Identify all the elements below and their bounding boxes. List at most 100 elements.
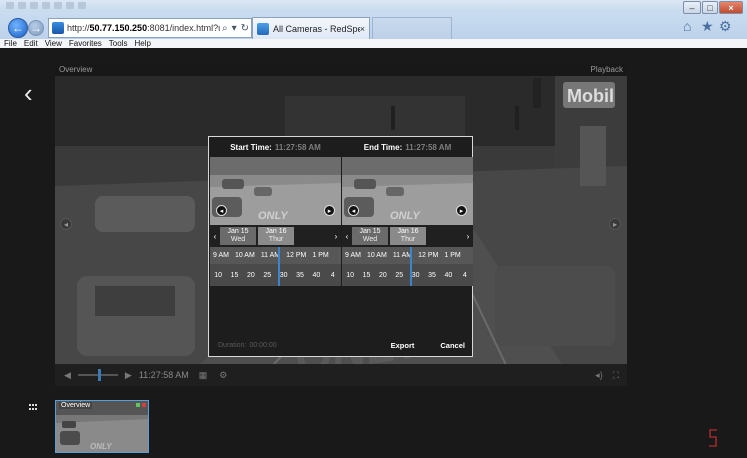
end-hour-cursor[interactable]	[410, 247, 412, 264]
rewind-button[interactable]: ◀	[64, 370, 71, 381]
prev-camera-icon[interactable]: ◂	[60, 218, 72, 230]
playback-time: 11:27:58 AM	[138, 370, 189, 380]
start-time-value: 11:27:58 AM	[274, 142, 321, 152]
address-bar[interactable]: http://50.77.150.250:8081/index.html?usr…	[48, 18, 252, 38]
start-frame-image: ONLY	[210, 157, 341, 225]
quick-access-icon[interactable]	[54, 2, 62, 9]
forward-icon[interactable]: →	[28, 20, 44, 36]
close-window-button[interactable]: ×	[719, 1, 743, 14]
start-date-jan16[interactable]: Jan 16 Thur	[258, 227, 294, 245]
start-hour-tick: 12 PM	[286, 252, 307, 259]
quick-access-icon[interactable]	[6, 2, 14, 9]
camera-app: ‹ Overview Playback Mobil ONLY	[0, 48, 747, 458]
quick-access-icon[interactable]	[42, 2, 50, 9]
end-time-pane: End Time: 11:27:58 AM ONLY ◂ ▸ ‹ Jan 15 …	[342, 137, 473, 327]
export-dialog: Start Time: 11:27:58 AM ONLY ◂ ▸ ‹ Jan 1…	[208, 136, 473, 357]
end-minute-tick: 10	[346, 271, 355, 279]
end-prev-frame-icon[interactable]: ◂	[348, 205, 359, 216]
start-time-header: Start Time: 11:27:58 AM	[210, 137, 341, 157]
start-date-jan15[interactable]: Jan 15 Wed	[220, 227, 256, 245]
menu-edit[interactable]: Edit	[24, 39, 38, 48]
play-button[interactable]: ▶	[125, 370, 132, 381]
menu-bar: File Edit View Favorites Tools Help	[0, 39, 747, 48]
video-title-row: Overview Playback	[55, 64, 627, 76]
start-minute-tick: 20	[247, 271, 255, 279]
start-hour-tick: 10 AM	[234, 252, 255, 259]
volume-icon[interactable]: ◂)	[595, 370, 603, 381]
menu-tools[interactable]: Tools	[109, 39, 128, 48]
back-icon[interactable]: ←	[8, 18, 28, 38]
fullscreen-icon[interactable]: ⛶	[613, 370, 619, 381]
settings-icon[interactable]: ⚙	[219, 370, 227, 381]
grid-view-icon[interactable]	[29, 404, 37, 410]
start-hour-tick: 1 PM	[312, 252, 329, 259]
quick-access-icon[interactable]	[66, 2, 74, 9]
menu-file[interactable]: File	[4, 39, 17, 48]
mobil-sign: Mobil	[567, 86, 614, 106]
start-date-prev-icon[interactable]: ‹	[210, 232, 220, 241]
end-date-prev-icon[interactable]: ‹	[342, 232, 352, 241]
back-arrow-icon[interactable]: ‹	[24, 80, 42, 108]
menu-help[interactable]: Help	[134, 39, 150, 48]
end-frame-image: ONLY	[342, 157, 473, 225]
calendar-icon[interactable]: ▦	[199, 370, 208, 381]
quick-access-icon[interactable]	[30, 2, 38, 9]
start-minute-tick: 25	[263, 271, 272, 279]
start-minute-tick: 4	[330, 271, 335, 279]
thumbnail-label: Overview	[59, 402, 93, 409]
redspeed-logo-icon	[709, 429, 717, 447]
end-time-value: 11:27:58 AM	[405, 142, 452, 152]
quick-access-icon[interactable]	[18, 2, 26, 9]
next-camera-icon[interactable]: ▸	[609, 218, 621, 230]
start-next-frame-icon[interactable]: ▸	[324, 205, 335, 216]
end-date-next-icon[interactable]: ›	[463, 232, 473, 241]
maximize-button[interactable]: □	[702, 1, 718, 14]
star-icon[interactable]: ★	[701, 18, 714, 35]
playback-speed-slider[interactable]	[77, 369, 118, 381]
camera-thumbnail[interactable]: ONLY Overview	[55, 400, 149, 453]
menu-favorites[interactable]: Favorites	[69, 39, 102, 48]
start-minute-tick: 40	[312, 271, 321, 279]
site-favicon-icon	[52, 22, 64, 34]
start-hour-cursor[interactable]	[278, 247, 280, 264]
quick-access-icon[interactable]	[78, 2, 86, 9]
start-date-row: ‹ Jan 15 Wed Jan 16 Thur ›	[210, 225, 341, 247]
duration-value: 00:00:00	[249, 342, 277, 349]
minimize-button[interactable]: –	[683, 1, 701, 14]
tab-favicon-icon	[257, 22, 269, 35]
end-minute-scale[interactable]: 10 15 20 25 30 35 40 4	[342, 264, 473, 286]
home-icon[interactable]: ⌂	[683, 18, 691, 34]
end-hour-tick: 9 AM	[345, 252, 361, 259]
end-time-header: End Time: 11:27:58 AM	[342, 137, 473, 157]
start-minute-cursor[interactable]	[278, 264, 280, 286]
end-minute-tick: 20	[379, 271, 387, 279]
start-road-text: ONLY	[258, 210, 289, 222]
start-hour-scale[interactable]: 9 AM 10 AM 11 AM 12 PM 1 PM	[210, 247, 341, 264]
url-text[interactable]: http://50.77.150.250:8081/index.html?usr…	[67, 23, 220, 33]
end-hour-scale[interactable]: 9 AM 10 AM 11 AM 12 PM 1 PM	[342, 247, 473, 264]
start-hour-tick: 9 AM	[213, 252, 229, 259]
title-bar: – □ ×	[0, 0, 747, 14]
start-minute-tick: 10	[214, 271, 223, 279]
video-mode: Playback	[590, 65, 623, 74]
tab-close-icon[interactable]: ×	[360, 24, 365, 34]
start-minute-scale[interactable]: 10 15 20 25 30 35 40 4	[210, 264, 341, 286]
search-icon[interactable]: ⌕	[220, 23, 230, 34]
start-date-next-icon[interactable]: ›	[331, 232, 341, 241]
cancel-button[interactable]: Cancel	[440, 341, 465, 350]
browser-tab[interactable]: All Cameras - RedSpeed® ... ×	[252, 17, 370, 39]
dropdown-icon[interactable]: ▾	[230, 23, 239, 34]
end-hour-tick: 12 PM	[418, 252, 439, 259]
gear-icon[interactable]: ⚙	[719, 18, 732, 35]
new-tab[interactable]	[372, 17, 452, 39]
refresh-icon[interactable]: ↻	[239, 23, 251, 34]
end-date-jan15[interactable]: Jan 15 Wed	[352, 227, 388, 245]
end-hour-tick: 1 PM	[444, 252, 461, 259]
end-date-jan16[interactable]: Jan 16 Thur	[390, 227, 426, 245]
end-next-frame-icon[interactable]: ▸	[456, 205, 467, 216]
start-prev-frame-icon[interactable]: ◂	[216, 205, 227, 216]
playback-controls: ◀ ▶ 11:27:58 AM ▦ ⚙ ◂) ⛶	[55, 364, 627, 386]
export-button[interactable]: Export	[391, 341, 415, 350]
menu-view[interactable]: View	[45, 39, 62, 48]
end-minute-cursor[interactable]	[410, 264, 412, 286]
